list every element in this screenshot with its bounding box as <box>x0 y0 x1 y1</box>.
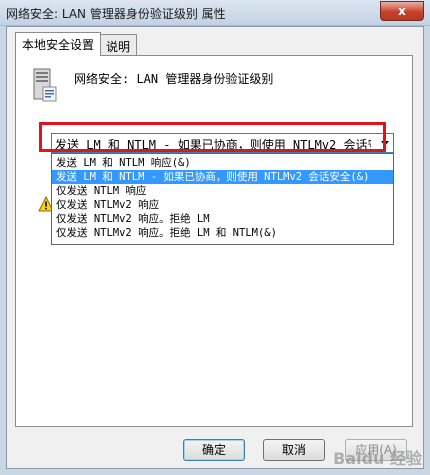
auth-level-combobox[interactable]: 发送 LM 和 NTLM - 如果已协商，则使用 NTLMv2 会话安全 <box>51 133 394 153</box>
dropdown-option-selected[interactable]: 发送 LM 和 NTLM - 如果已协商，则使用 NTLMv2 会话安全(&) <box>52 170 393 184</box>
window-title: 网络安全: LAN 管理器身份验证级别 属性 <box>6 7 226 21</box>
dropdown-option[interactable]: 仅发送 NTLMv2 响应。拒绝 LM <box>52 212 393 226</box>
policy-title: 网络安全: LAN 管理器身份验证级别 <box>74 72 274 86</box>
chevron-down-icon[interactable] <box>381 141 389 146</box>
title-bar: 网络安全: LAN 管理器身份验证级别 属性 x <box>0 0 430 26</box>
cancel-button[interactable]: 取消 <box>263 439 325 461</box>
close-button[interactable]: x <box>380 1 424 21</box>
tab-label: 本地安全设置 <box>22 38 95 52</box>
dropdown-option[interactable]: 仅发送 NTLM 响应 <box>52 184 393 198</box>
tab-explain[interactable]: 说明 <box>99 34 138 55</box>
dialog-client: 本地安全设置 说明 网络安全: LAN 管理器身份验证级别 发送 LM 和 NT… <box>6 26 424 469</box>
close-icon: x <box>398 4 406 18</box>
ok-button[interactable]: 确定 <box>183 439 245 461</box>
watermark: Baidu 经验 <box>333 449 422 468</box>
dropdown-option[interactable]: 仅发送 NTLMv2 响应。拒绝 LM 和 NTLM(&) <box>52 226 393 240</box>
auth-level-dropdown-list: 发送 LM 和 NTLM 响应(&) 发送 LM 和 NTLM - 如果已协商，… <box>51 153 394 245</box>
dropdown-option[interactable]: 仅发送 NTLMv2 响应 <box>52 198 393 212</box>
tab-label: 说明 <box>106 40 131 54</box>
combobox-value: 发送 LM 和 NTLM - 如果已协商，则使用 NTLMv2 会话安全 <box>55 138 371 152</box>
tab-panel: 网络安全: LAN 管理器身份验证级别 发送 LM 和 NTLM - 如果已协商… <box>15 55 413 427</box>
server-computer-icon <box>33 68 57 102</box>
dropdown-option[interactable]: 发送 LM 和 NTLM 响应(&) <box>52 156 393 170</box>
tab-local-security-setting[interactable]: 本地安全设置 <box>15 32 102 56</box>
